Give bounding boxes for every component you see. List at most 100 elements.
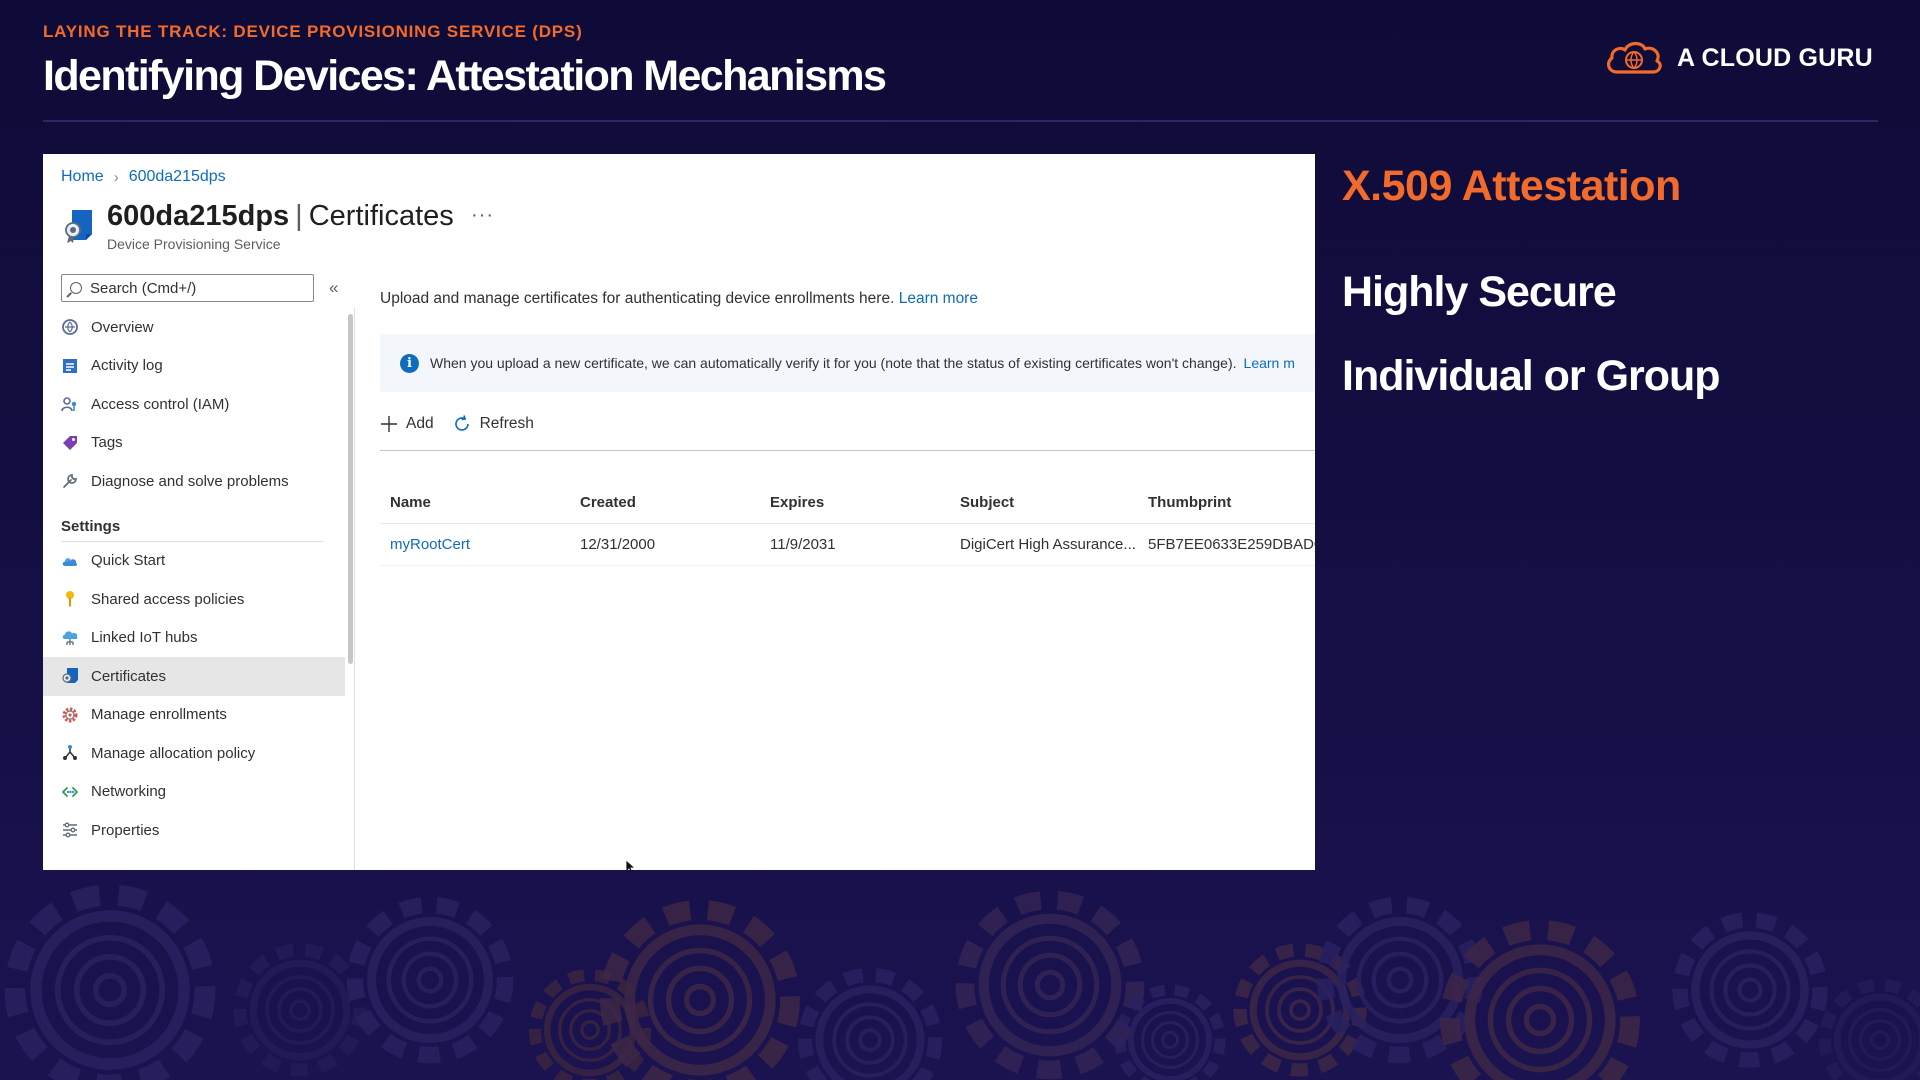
- sidebar-scrollbar[interactable]: [348, 314, 353, 664]
- slide-title: Identifying Devices: Attestation Mechani…: [43, 52, 887, 100]
- add-button[interactable]: Add: [380, 415, 434, 433]
- sidebar-divider: [354, 308, 355, 870]
- breadcrumb-resource[interactable]: 600da215dps: [129, 168, 226, 186]
- slide-eyebrow: LAYING THE TRACK: DEVICE PROVISIONING SE…: [43, 22, 583, 41]
- background-gear: [1672, 912, 1828, 1068]
- point-highly-secure: Highly Secure: [1342, 268, 1617, 316]
- sidebar-item-label: Tags: [91, 434, 123, 452]
- networking-icon: [61, 783, 79, 801]
- refresh-button-label: Refresh: [479, 415, 534, 432]
- cloud-logo-icon: [1606, 41, 1662, 74]
- resource-name: 600da215dps: [107, 200, 290, 232]
- sidebar-item-quick-start[interactable]: Quick Start: [43, 542, 345, 581]
- toolbar-divider: [380, 450, 1315, 451]
- key-icon: [61, 590, 79, 608]
- certificates-table: Name Created Expires Subject Thumbprint …: [380, 482, 1315, 566]
- sidebar-item-label: Linked IoT hubs: [91, 629, 198, 647]
- sidebar-item-certificates[interactable]: Certificates: [43, 657, 345, 696]
- sidebar-item-label: Manage enrollments: [91, 706, 227, 724]
- search-input[interactable]: [90, 279, 290, 297]
- iot-hub-icon: [61, 629, 79, 647]
- certificate-icon: [61, 667, 79, 685]
- collapse-sidebar-button[interactable]: «: [329, 278, 338, 298]
- column-header-thumbprint[interactable]: Thumbprint: [1138, 494, 1315, 511]
- sidebar-item-label: Diagnose and solve problems: [91, 472, 289, 490]
- cell-expires: 11/9/2031: [770, 536, 836, 553]
- azure-portal-window: Home › 600da215dps 600da215dps | Certifica…: [43, 154, 1315, 870]
- tag-icon: [61, 434, 79, 452]
- sidebar-search[interactable]: [61, 274, 314, 302]
- more-options-button[interactable]: ···: [471, 204, 494, 227]
- sidebar-item-properties[interactable]: Properties: [43, 811, 345, 850]
- column-header-created[interactable]: Created: [570, 494, 760, 511]
- cell-created: 12/31/2000: [580, 536, 656, 553]
- info-banner: i When you upload a new certificate, we …: [380, 334, 1315, 392]
- sidebar-item-label: Manage allocation policy: [91, 744, 256, 762]
- cell-subject: DigiCert High Assurance...: [960, 536, 1136, 553]
- sidebar-item-shared-access-policies[interactable]: Shared access policies: [43, 580, 345, 619]
- background-gear: [4, 884, 216, 1080]
- background-gear: [346, 896, 514, 1064]
- background-gear: [600, 900, 800, 1080]
- breadcrumb-home[interactable]: Home: [61, 168, 104, 186]
- certificate-icon: [65, 210, 92, 243]
- mouse-cursor-icon: [625, 859, 635, 870]
- table-header-row: Name Created Expires Subject Thumbprint: [380, 482, 1315, 524]
- chevron-right-icon: ›: [113, 168, 119, 186]
- blade-title: Certificates: [308, 200, 454, 232]
- settings-section-heading: Settings: [61, 517, 121, 535]
- cloud-icon: [61, 552, 79, 570]
- page-title: 600da215dps | Certificates: [107, 200, 454, 233]
- refresh-button[interactable]: Refresh: [452, 414, 534, 434]
- sidebar-item-networking[interactable]: Networking: [43, 773, 345, 812]
- sidebar-item-manage-enrollments[interactable]: Manage enrollments: [43, 696, 345, 735]
- add-button-label: Add: [406, 415, 434, 432]
- intro-description: Upload and manage certificates for authe…: [380, 290, 895, 307]
- background-gear: [233, 943, 367, 1077]
- certificate-name-link[interactable]: myRootCert: [390, 536, 470, 553]
- sidebar-item-label: Shared access policies: [91, 590, 245, 608]
- gear-icon: [61, 706, 79, 724]
- brand-logo: A CLOUD GURU: [1603, 38, 1873, 78]
- sidebar-item-access-control[interactable]: Access control (IAM): [43, 385, 345, 424]
- column-header-subject[interactable]: Subject: [950, 494, 1138, 511]
- slide-header: LAYING THE TRACK: DEVICE PROVISIONING SE…: [43, 22, 887, 101]
- activity-log-icon: [61, 357, 79, 375]
- sidebar-item-label: Networking: [91, 783, 167, 801]
- access-control-icon: [61, 395, 79, 413]
- sidebar-item-activity-log[interactable]: Activity log: [43, 347, 345, 386]
- sidebar-item-diagnose[interactable]: Diagnose and solve problems: [43, 462, 345, 501]
- sidebar-item-overview[interactable]: Overview: [43, 308, 345, 347]
- sidebar-item-tags[interactable]: Tags: [43, 424, 345, 463]
- learn-more-link[interactable]: Learn more: [899, 290, 978, 307]
- info-icon: i: [400, 353, 419, 373]
- cell-thumbprint: 5FB7EE0633E259DBAD0: [1148, 536, 1315, 553]
- sidebar-item-label: Properties: [91, 821, 160, 839]
- search-icon: [70, 282, 82, 294]
- intro-text: Upload and manage certificates for authe…: [380, 290, 1315, 308]
- sidebar-item-linked-iot-hubs[interactable]: Linked IoT hubs: [43, 619, 345, 658]
- sidebar-nav: Overview Activity log Access control (IA…: [43, 308, 345, 850]
- background-gear: [1114, 984, 1226, 1080]
- sidebar-item-label: Overview: [91, 318, 154, 336]
- title-separator: |: [295, 200, 303, 232]
- column-header-expires[interactable]: Expires: [760, 494, 950, 511]
- brand-name: A CLOUD GURU: [1677, 43, 1873, 72]
- background-gear: [1818, 978, 1920, 1080]
- main-content: Upload and manage certificates for authe…: [380, 290, 1315, 566]
- background-gear: [797, 967, 943, 1080]
- plus-icon: [380, 415, 398, 433]
- overview-icon: [61, 318, 79, 336]
- table-row[interactable]: myRootCert 12/31/2000 11/9/2031 DigiCert…: [380, 524, 1315, 566]
- sidebar-item-manage-allocation-policy[interactable]: Manage allocation policy: [43, 734, 345, 773]
- sidebar-item-label: Quick Start: [91, 552, 166, 570]
- column-header-name[interactable]: Name: [380, 494, 570, 511]
- sidebar-item-label: Activity log: [91, 357, 163, 375]
- refresh-icon: [452, 414, 472, 434]
- wrench-icon: [61, 472, 79, 490]
- cell-name: myRootCert: [380, 536, 570, 553]
- header-divider: [43, 120, 1878, 122]
- background-gear: [1440, 920, 1640, 1080]
- properties-icon: [61, 821, 79, 839]
- info-learn-more-link[interactable]: Learn m: [1244, 355, 1295, 371]
